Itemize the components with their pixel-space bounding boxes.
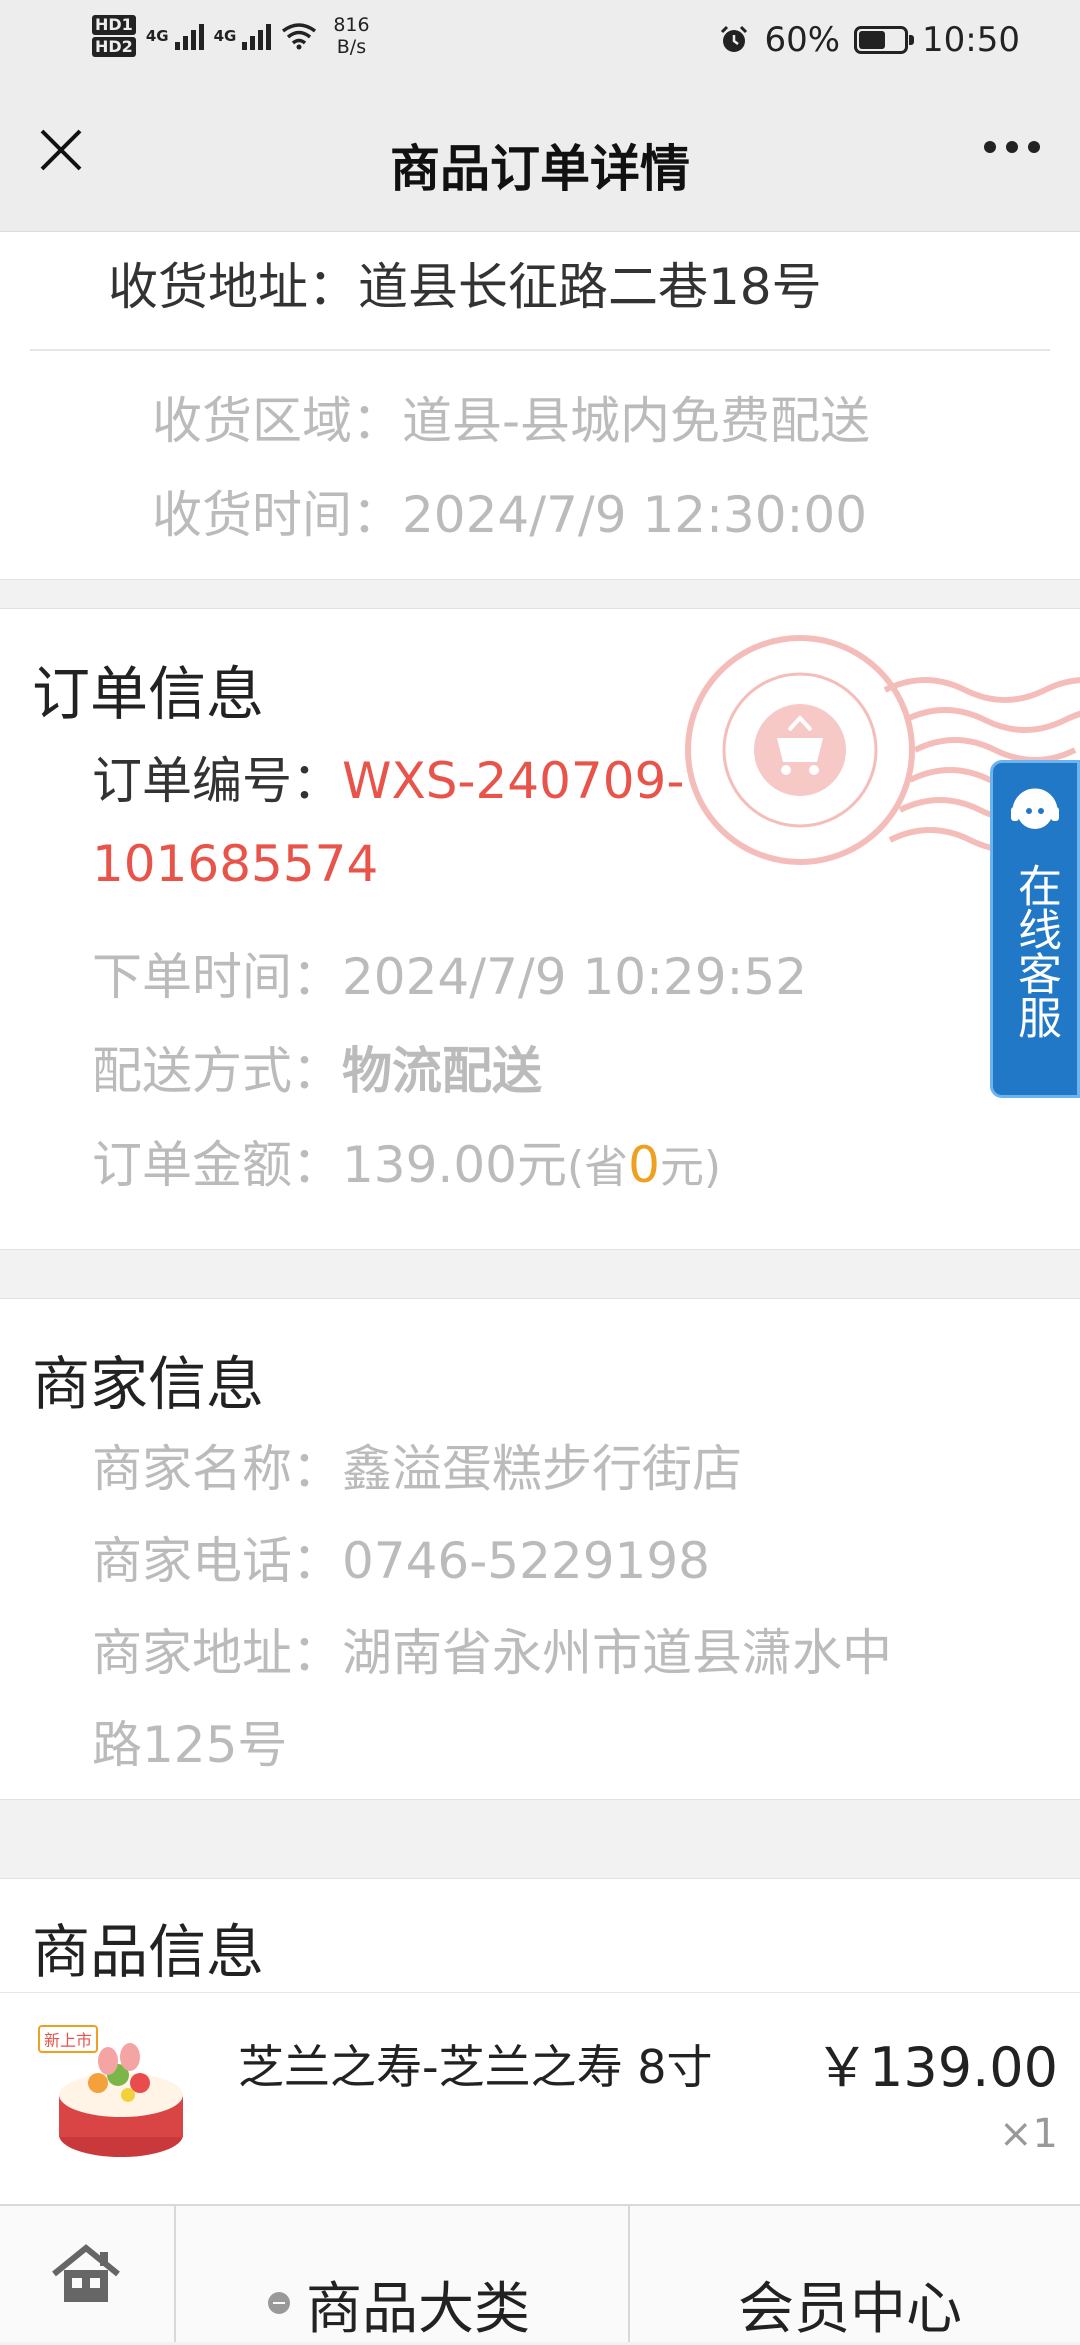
signal-icon <box>174 22 204 50</box>
merchant-info-title: 商家信息 <box>32 1350 265 1418</box>
saved-prefix: (省 <box>566 1142 629 1193</box>
category-dot-icon <box>268 2292 290 2314</box>
online-service-label: 在线客服 <box>1010 863 1061 1039</box>
order-amount-value: 139.00元 <box>342 1136 567 1194</box>
battery-icon <box>854 26 915 54</box>
merchant-address-value-line1: 湖南省永州市道县潇水中 <box>342 1624 892 1682</box>
product-price: ￥139.00 <box>815 2036 1058 2099</box>
divider <box>30 349 1050 351</box>
home-icon <box>52 2244 120 2302</box>
merchant-name-value: 鑫溢蛋糕步行街店 <box>342 1440 742 1498</box>
network-type-1: 4G <box>145 27 169 45</box>
wifi-icon <box>282 23 317 50</box>
order-time: 下单时间：2024/7/9 10:29:52 <box>92 937 807 1009</box>
network-speed: 816 B/s <box>333 14 369 58</box>
merchant-name-label: 商家名称： <box>92 1440 342 1498</box>
delivery-method: 配送方式：物流配送 <box>92 1031 542 1103</box>
order-amount-label: 订单金额： <box>92 1136 342 1194</box>
network-type-2: 4G <box>213 27 237 45</box>
online-service-button[interactable]: 在线客服 <box>990 760 1080 1098</box>
delivery-address-label: 收货地址： <box>108 258 358 316</box>
network-speed-value: 816 <box>333 14 370 36</box>
merchant-info-card: 商家信息 商家名称：鑫溢蛋糕步行街店 商家电话：0746-5229198 商家地… <box>0 1298 1080 1800</box>
alarm-icon <box>721 25 748 52</box>
order-time-label: 下单时间： <box>92 948 342 1006</box>
merchant-address-value-line2: 路125号 <box>92 1716 288 1774</box>
product-quantity: ×1 <box>999 2111 1058 2157</box>
more-icon[interactable] <box>984 141 1040 153</box>
merchant-phone-value[interactable]: 0746-5229198 <box>342 1532 710 1590</box>
battery-fill <box>859 31 886 49</box>
tab-category[interactable]: 商品大类 <box>176 2206 630 2342</box>
bottom-tab-bar: 商品大类 会员中心 <box>0 2204 1080 2342</box>
clock: 10:50 <box>922 20 1020 60</box>
delivery-address-value: 道县长征路二巷18号 <box>358 258 822 316</box>
tab-member-label: 会员中心 <box>738 2277 962 2342</box>
merchant-name: 商家名称：鑫溢蛋糕步行街店 <box>92 1429 742 1501</box>
tab-home[interactable] <box>0 2206 176 2342</box>
delivery-method-value: 物流配送 <box>342 1042 542 1100</box>
network-speed-unit: B/s <box>336 36 367 58</box>
delivery-card: 收货地址：道县长征路二巷18号 收货区域：道县-县城内免费配送 收货时间：202… <box>0 232 1080 580</box>
order-amount: 订单金额：139.00元(省0元) <box>92 1125 721 1197</box>
delivery-time: 收货时间：2024/7/9 12:30:00 <box>152 475 867 547</box>
delivery-time-value: 2024/7/9 12:30:00 <box>402 486 868 544</box>
merchant-phone-label: 商家电话： <box>92 1532 342 1590</box>
order-info-title: 订单信息 <box>32 660 265 728</box>
signal-icon-2 <box>242 22 272 50</box>
product-name: 芝兰之寿-芝兰之寿 8寸 <box>238 2040 713 2094</box>
merchant-phone[interactable]: 商家电话：0746-5229198 <box>92 1521 710 1593</box>
saved-suffix: 元) <box>659 1142 722 1193</box>
merchant-address: 商家地址：湖南省永州市道县潇水中 <box>92 1613 892 1685</box>
tab-category-label: 商品大类 <box>306 2277 530 2342</box>
status-right: 60% 10:50 <box>718 20 1020 60</box>
hd-badges: HD1 HD2 <box>92 15 136 57</box>
battery-percent: 60% <box>764 20 841 60</box>
page-title: 商品订单详情 <box>390 140 690 198</box>
delivery-area: 收货区域：道县-县城内免费配送 <box>152 381 870 453</box>
saved-amount: 0 <box>628 1136 660 1194</box>
delivery-method-label: 配送方式： <box>92 1042 342 1100</box>
order-number-value-line2: 101685574 <box>92 835 379 893</box>
order-number-value-line1: WXS-240709- <box>342 752 685 810</box>
hd-badge-2: HD2 <box>92 37 136 57</box>
product-item[interactable]: 新上市 芝兰之寿-芝兰之寿 8寸 ￥139.00 ×1 <box>0 1992 1080 2203</box>
product-info-title: 商品信息 <box>32 1918 265 1986</box>
order-detail-content[interactable]: 收货地址：道县长征路二巷18号 收货区域：道县-县城内免费配送 收货时间：202… <box>0 232 1080 2204</box>
delivery-area-label: 收货区域： <box>152 392 402 450</box>
headset-icon <box>1011 788 1059 829</box>
hd-badge-1: HD1 <box>92 15 136 35</box>
delivery-area-value: 道县-县城内免费配送 <box>402 392 871 450</box>
order-number: 订单编号：WXS-240709- <box>92 741 684 813</box>
merchant-address-label: 商家地址： <box>92 1624 342 1682</box>
order-time-value: 2024/7/9 10:29:52 <box>342 948 808 1006</box>
status-bar: HD1 HD2 4G 4G 816 B/s 60% 10:50 <box>0 0 1080 85</box>
order-number-label: 订单编号： <box>92 752 342 810</box>
status-left: HD1 HD2 4G 4G 816 B/s <box>92 14 370 58</box>
tab-member-center[interactable]: 会员中心 <box>630 2206 1080 2342</box>
new-badge: 新上市 <box>38 2025 99 2053</box>
title-bar: 商品订单详情 <box>0 85 1080 232</box>
delivery-time-label: 收货时间： <box>152 486 402 544</box>
delivery-address: 收货地址：道县长征路二巷18号 <box>108 247 822 319</box>
